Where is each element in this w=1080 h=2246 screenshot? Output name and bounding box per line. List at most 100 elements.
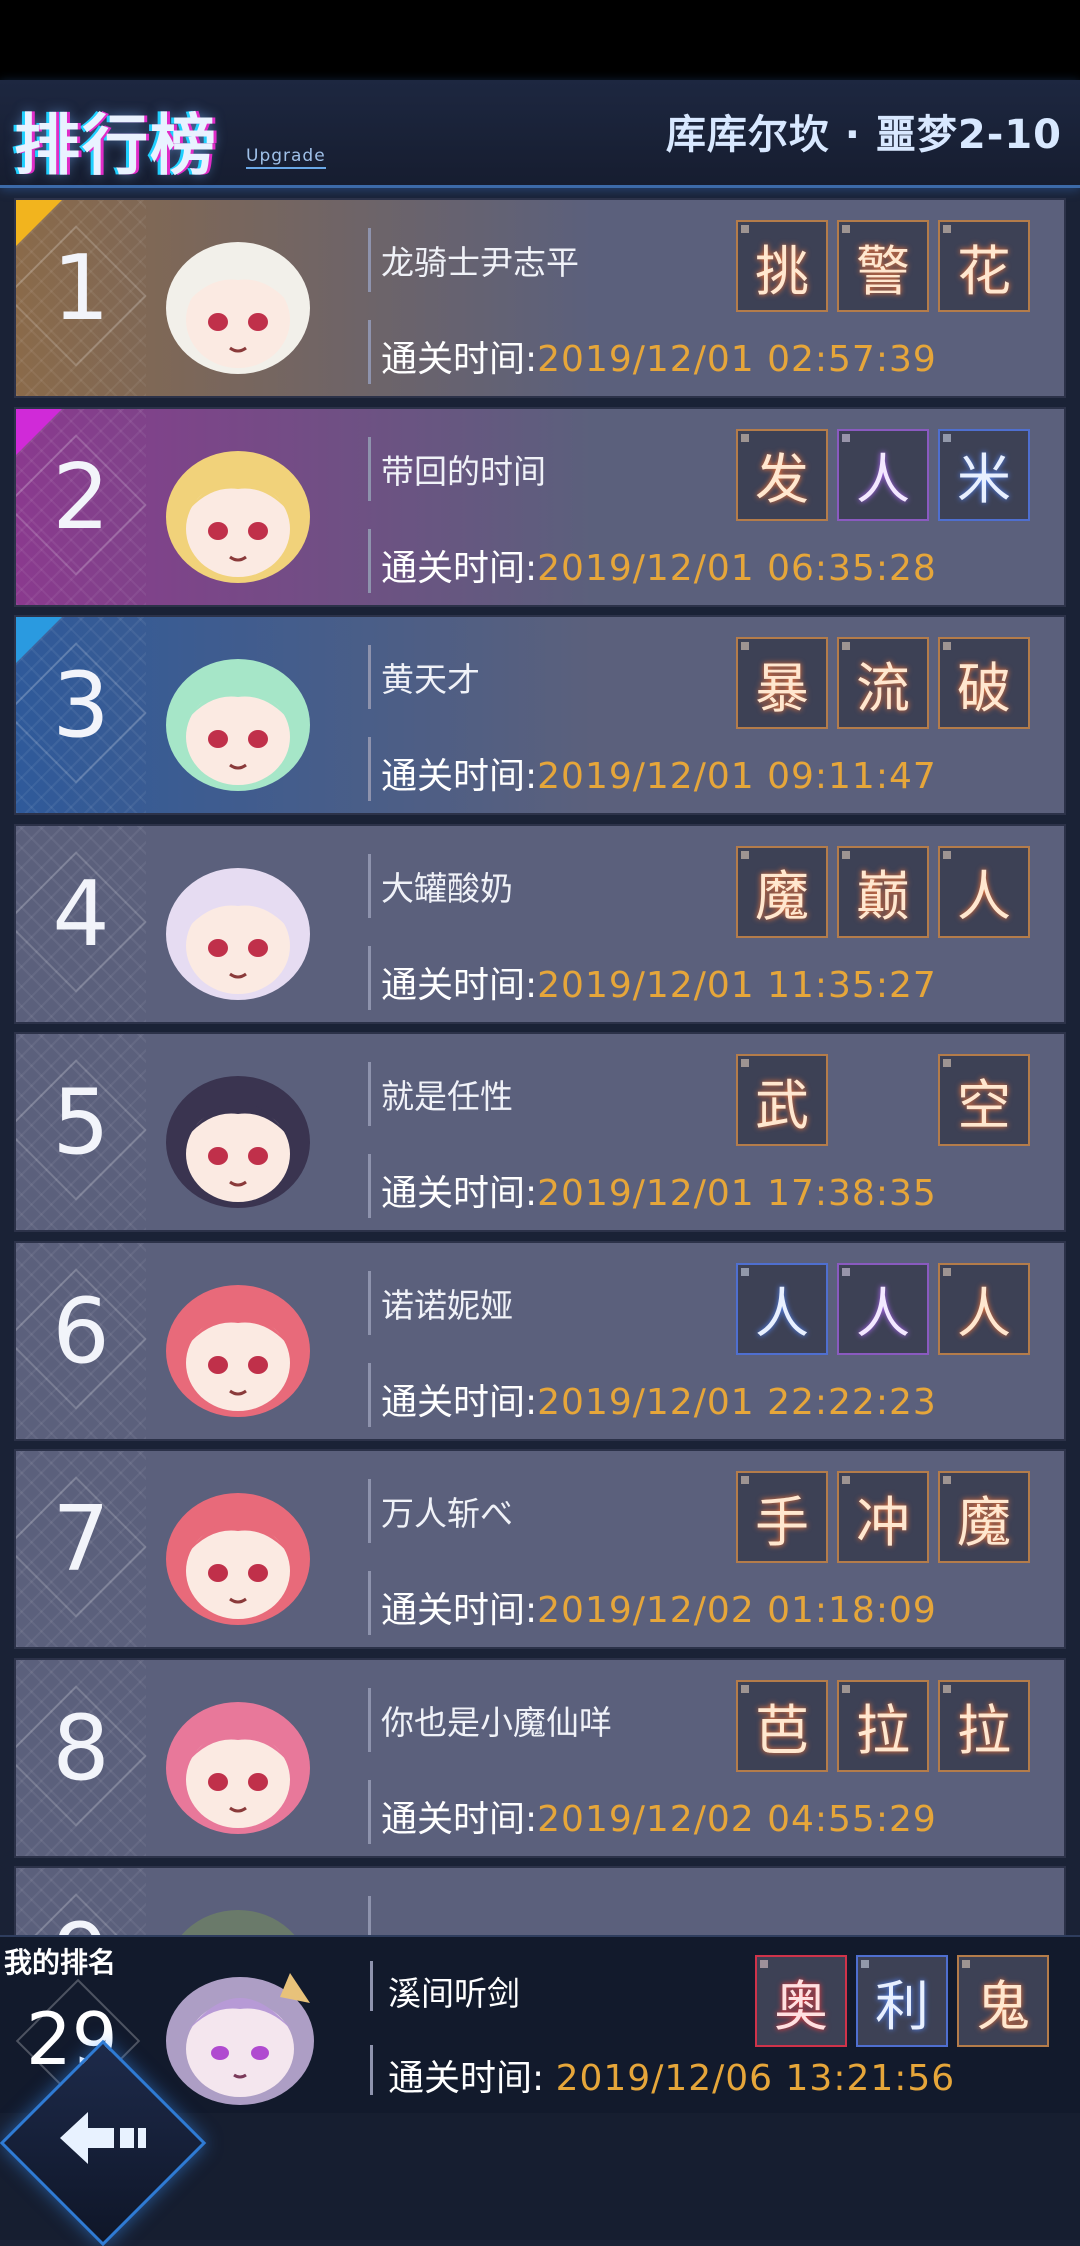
row-divider (368, 1362, 371, 1427)
clear-time-line: 通关时间:2019/12/02 04:55:29 (381, 1790, 937, 1842)
clear-time: 2019/12/02 04:55:29 (537, 1798, 937, 1840)
team-member-badge[interactable]: 巅 (837, 845, 929, 938)
player-avatar (166, 1284, 310, 1417)
rank-number: 7 (52, 1487, 110, 1592)
my-divider (370, 2045, 373, 2095)
player-name: 你也是小魔仙咩 (381, 1702, 612, 1742)
clear-time-label: 通关时间: (381, 339, 538, 380)
row-divider (368, 436, 371, 501)
rank-number: 6 (52, 1278, 110, 1384)
team-badges: 武空 (736, 1054, 1054, 1154)
team-badges: 挑警花 (736, 220, 1054, 320)
team-member-badge[interactable]: 冲 (837, 1471, 929, 1563)
clear-time: 2019/12/01 17:38:35 (537, 1173, 937, 1214)
rank-number: 2 (52, 444, 110, 550)
team-member-badge[interactable]: 流 (837, 637, 929, 729)
my-team-member-badge[interactable]: 奥 (755, 1955, 847, 2047)
leaderboard-row[interactable]: 4 大罐酸奶 通关时间:2019/12/01 11:35:27 魔巅人 (14, 823, 1066, 1024)
team-member-badge[interactable]: 人 (736, 1262, 828, 1355)
player-name: 大罐酸奶 (381, 868, 513, 908)
clear-time-line: 通关时间:2019/12/02 01:18:09 (381, 1581, 937, 1633)
row-divider (368, 1779, 371, 1844)
player-avatar (166, 867, 310, 1000)
rank-number: 5 (52, 1070, 110, 1175)
team-member-badge[interactable]: 人 (837, 428, 929, 521)
team-member-badge[interactable]: 发 (736, 428, 828, 521)
team-badges: 手冲魔 (736, 1471, 1054, 1571)
team-member-badge[interactable]: 芭 (736, 1679, 828, 1772)
row-divider (368, 853, 371, 918)
clear-time-label: 通关时间: (381, 1173, 538, 1214)
clear-time-line: 通关时间:2019/12/01 17:38:35 (381, 1164, 937, 1216)
team-member-badge[interactable]: 暴 (736, 637, 828, 729)
team-member-badge[interactable]: 花 (938, 220, 1030, 312)
team-member-badge[interactable]: 米 (938, 428, 1030, 521)
clear-time-line: 通关时间:2019/12/01 06:35:28 (381, 539, 937, 591)
team-badges: 发人米 (736, 428, 1054, 529)
player-avatar (166, 1076, 310, 1208)
team-member-badge[interactable]: 魔 (736, 845, 828, 938)
player-avatar (166, 659, 310, 791)
row-divider (368, 1687, 371, 1752)
clear-time: 2019/12/02 01:18:09 (537, 1590, 937, 1631)
team-member-badge[interactable]: 人 (837, 1262, 929, 1355)
clear-time: 2019/12/01 09:11:47 (537, 756, 937, 797)
clear-time-label: 通关时间: (381, 756, 538, 797)
clear-time-label: 通关时间: (388, 2058, 545, 2099)
player-name: 诺诺妮娅 (381, 1285, 513, 1325)
row-divider (368, 945, 371, 1010)
my-team-member-badge[interactable]: 利 (856, 1955, 948, 2047)
team-member-badge[interactable]: 拉 (938, 1679, 1030, 1772)
player-avatar (166, 450, 310, 583)
team-member-badge[interactable]: 人 (938, 845, 1030, 938)
rank-number: 8 (52, 1695, 110, 1801)
title-subtitle: Upgrade (246, 146, 326, 169)
leaderboard-row[interactable]: 5 就是任性 通关时间:2019/12/01 17:38:35 武空 (14, 1032, 1066, 1232)
team-member-badge[interactable]: 挑 (736, 220, 828, 312)
row-divider (368, 1062, 371, 1126)
clear-time-label: 通关时间: (381, 1798, 538, 1840)
back-arrow-icon[interactable] (52, 2098, 152, 2178)
row-divider (368, 228, 371, 292)
my-divider (370, 1961, 373, 2011)
clear-time-label: 通关时间: (381, 547, 538, 589)
team-member-badge[interactable]: 魔 (938, 1471, 1030, 1563)
row-divider (368, 1479, 371, 1543)
team-badges: 人人人 (736, 1262, 1054, 1363)
team-member-badge[interactable]: 警 (837, 220, 929, 312)
team-member-badge[interactable]: 人 (938, 1262, 1030, 1355)
clear-time-line: 通关时间:2019/12/01 09:11:47 (381, 747, 937, 799)
row-divider (368, 1571, 371, 1635)
clear-time: 2019/12/01 06:35:28 (537, 547, 937, 589)
team-member-badge[interactable]: 手 (736, 1471, 828, 1563)
my-rank-label: 我的排名 (4, 1946, 117, 1979)
leaderboard-row[interactable]: 7 万人斩べ通关时间:2019/12/02 01:18:09 手冲魔 (14, 1449, 1066, 1649)
clear-time-line: 通关时间:2019/12/01 22:22:23 (381, 1373, 937, 1425)
team-badges: 暴流破 (736, 637, 1054, 737)
leaderboard-row[interactable]: 6 诺诺妮娅 通关时间:2019/12/01 22:22:23 人人人 (14, 1240, 1066, 1441)
my-clear-time: 2019/12/06 13:21:56 (555, 2058, 956, 2099)
my-team-member-badge[interactable]: 鬼 (957, 1955, 1049, 2047)
player-name: 就是任性 (381, 1077, 513, 1116)
team-badges: 芭拉拉 (736, 1679, 1054, 1780)
row-divider (368, 320, 371, 384)
team-member-badge[interactable]: 拉 (837, 1679, 929, 1772)
my-avatar (166, 1973, 314, 2105)
row-divider (368, 1270, 371, 1335)
row-divider (368, 528, 371, 593)
team-member-badge[interactable]: 武 (736, 1054, 828, 1146)
row-divider (368, 645, 371, 709)
row-divider (368, 1154, 371, 1218)
rank-number: 1 (52, 236, 110, 341)
leaderboard-row[interactable]: 1 龙骑士尹志平 通关时间:2019/12/01 02:57:39 挑警花 (14, 198, 1066, 398)
leaderboard-row[interactable]: 8 你也是小魔仙咩 通关时间:2019/12/02 04:55:29 芭拉拉 (14, 1657, 1066, 1858)
leaderboard-row[interactable]: 3 黄天才 通关时间:2019/12/01 09:11:47 暴流破 (14, 615, 1066, 815)
player-name: 万人斩べ (381, 1494, 513, 1533)
team-badges: 魔巅人 (736, 845, 1054, 946)
leaderboard-row[interactable]: 2 带回的时间 通关时间:2019/12/01 06:35:28 发人米 (14, 406, 1066, 607)
team-member-badge[interactable]: 破 (938, 637, 1030, 729)
status-bar (0, 0, 1080, 80)
player-avatar (166, 1493, 310, 1625)
player-name: 黄天才 (381, 660, 480, 699)
team-member-badge[interactable]: 空 (938, 1054, 1030, 1146)
